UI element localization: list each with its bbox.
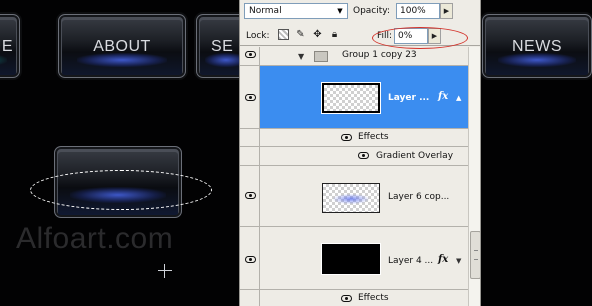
layer-row[interactable]: Layer 4 ... fx ▼ <box>240 227 468 290</box>
eye-icon[interactable] <box>358 152 369 159</box>
layer-name: Layer 6 cop... <box>388 192 450 202</box>
nav-button-label: ABOUT <box>93 38 151 55</box>
scrollbar-thumb[interactable] <box>470 231 480 279</box>
triangle-down-icon[interactable]: ▼ <box>298 52 304 61</box>
fill-highlight-annotation <box>372 27 468 49</box>
blend-mode-value: Normal <box>249 6 282 16</box>
effects-row[interactable]: Effects <box>240 129 468 147</box>
eye-icon[interactable] <box>245 192 256 199</box>
blend-mode-select[interactable]: Normal ▼ <box>244 3 348 19</box>
nav-button-news[interactable]: NEWS <box>482 14 592 78</box>
layer-thumbnail <box>322 183 380 213</box>
effects-label: Effects <box>358 132 389 142</box>
opacity-label: Opacity: <box>353 6 390 16</box>
visibility-column <box>240 227 260 289</box>
fx-icon[interactable]: fx <box>438 91 448 102</box>
visibility-column <box>240 290 260 306</box>
effects-label: Effects <box>358 293 389 303</box>
layers-scrollbar[interactable] <box>468 47 480 306</box>
layer-row[interactable]: Layer 6 cop... <box>240 166 468 227</box>
visibility-column <box>240 147 260 165</box>
nav-button-label: ME <box>0 38 13 55</box>
layer-group-row[interactable]: ▼ Group 1 copy 23 <box>240 47 468 66</box>
nav-button-about[interactable]: ABOUT <box>58 14 186 78</box>
layers-panel: Normal ▼ Opacity: 100% ▶ Lock: ✎ ✥ 🔒︎ Fi… <box>239 0 481 306</box>
blend-options-row: Normal ▼ Opacity: 100% ▶ <box>240 0 480 22</box>
eye-icon[interactable] <box>245 256 256 263</box>
lock-label: Lock: <box>246 31 270 41</box>
nav-button-label: NEWS <box>512 38 562 55</box>
eye-icon[interactable] <box>341 295 352 302</box>
effect-name: Gradient Overlay <box>376 151 454 161</box>
lock-position-icon[interactable]: ✥ <box>312 29 323 40</box>
chevron-right-icon: ▶ <box>443 7 450 15</box>
visibility-column <box>240 47 260 65</box>
effects-row[interactable]: Effects <box>240 290 468 306</box>
triangle-up-icon[interactable]: ▲ <box>456 94 461 102</box>
layer-name: Layer ... <box>388 93 430 103</box>
nav-button-home[interactable]: ME <box>0 14 20 78</box>
opacity-slider-toggle[interactable]: ▶ <box>440 3 453 19</box>
crosshair-cursor-icon <box>158 264 172 278</box>
triangle-down-icon[interactable]: ▼ <box>456 257 461 265</box>
fx-icon[interactable]: fx <box>438 254 448 265</box>
lock-image-pixels-icon[interactable]: ✎ <box>295 29 306 40</box>
folder-icon <box>314 51 328 62</box>
effect-item-row[interactable]: Gradient Overlay <box>240 147 468 166</box>
layer-thumbnail <box>321 243 381 275</box>
eye-icon[interactable] <box>245 94 256 101</box>
eye-icon[interactable] <box>245 51 256 58</box>
visibility-column <box>240 129 260 146</box>
watermark-text: Alfoart.com <box>16 222 174 255</box>
layers-list: ▼ Group 1 copy 23 Layer ... fx ▲ Effects… <box>240 47 480 306</box>
layer-name: Layer 4 ... <box>388 256 434 266</box>
opacity-field[interactable]: 100% <box>396 3 440 19</box>
lock-fill-row: Lock: ✎ ✥ 🔒︎ Fill: 0% ▶ <box>240 24 480 49</box>
lock-transparent-pixels-icon[interactable] <box>278 29 289 40</box>
group-name: Group 1 copy 23 <box>342 50 417 60</box>
visibility-column <box>240 66 260 128</box>
lock-all-icon[interactable]: 🔒︎ <box>329 29 340 40</box>
layer-row-selected[interactable]: Layer ... fx ▲ <box>240 66 468 129</box>
chevron-down-icon: ▼ <box>337 7 343 15</box>
eye-icon[interactable] <box>341 134 352 141</box>
layer-thumbnail <box>321 82 381 114</box>
elliptical-selection-marquee[interactable] <box>30 170 212 210</box>
visibility-column <box>240 166 260 226</box>
